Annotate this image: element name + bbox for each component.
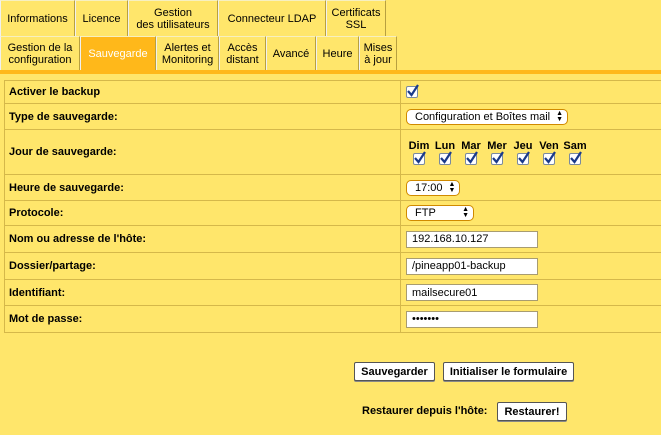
save-button[interactable]: Sauvegarder bbox=[354, 362, 435, 381]
tab-heure[interactable]: Heure bbox=[316, 36, 359, 70]
restore-label: Restaurer depuis l'hôte: bbox=[362, 405, 488, 417]
tab-avance[interactable]: Avancé bbox=[266, 36, 316, 70]
tab-mises-a-jour[interactable]: Mises à jour bbox=[359, 36, 397, 70]
checkmark-icon bbox=[518, 150, 530, 164]
folder-input[interactable]: /pineapp01-backup bbox=[406, 257, 538, 275]
day-checkbox-lun[interactable] bbox=[439, 150, 452, 165]
day-checkbox-mer[interactable] bbox=[491, 150, 504, 165]
backup-day-label: Jour de sauvegarde: bbox=[5, 130, 401, 174]
row-password: Mot de passe: ••••••• bbox=[5, 306, 661, 333]
row-folder: Dossier/partage: /pineapp01-backup bbox=[5, 253, 661, 280]
tab-licence[interactable]: Licence bbox=[75, 0, 128, 36]
enable-backup-checkbox[interactable] bbox=[406, 84, 419, 98]
day-checkbox-dim[interactable] bbox=[413, 150, 426, 165]
tab-gestion-configuration[interactable]: Gestion de la configuration bbox=[0, 36, 80, 70]
day-checkbox-mar[interactable] bbox=[465, 150, 478, 165]
backup-form: Activer le backup Type de sauvegarde: Co… bbox=[4, 80, 661, 333]
password-label: Mot de passe: bbox=[5, 306, 401, 332]
tab-connecteur-ldap[interactable]: Connecteur LDAP bbox=[218, 0, 326, 36]
checkmark-icon bbox=[414, 150, 426, 164]
host-input[interactable]: 192.168.10.127 bbox=[406, 230, 538, 248]
enable-backup-label: Activer le backup bbox=[5, 81, 401, 103]
day-selector: Dim Lun Mar Mer Jeu Ven Sam bbox=[406, 140, 588, 165]
row-protocol: Protocole: FTP ▲ ▼ bbox=[5, 201, 661, 226]
username-input[interactable]: mailsecure01 bbox=[406, 284, 538, 301]
row-backup-day: Jour de sauvegarde: Dim Lun Mar Mer Jeu Ven Sa… bbox=[5, 130, 661, 175]
tab-acces-distant[interactable]: Accès distant bbox=[219, 36, 266, 70]
tab-certificats-ssl[interactable]: Certificats SSL bbox=[326, 0, 386, 36]
row-backup-time: Heure de sauvegarde: 17:00 ▲ ▼ bbox=[5, 175, 661, 201]
day-checkbox-sam[interactable] bbox=[569, 150, 582, 165]
username-label: Identifiant: bbox=[5, 280, 401, 305]
folder-label: Dossier/partage: bbox=[5, 253, 401, 279]
tab-gestion-utilisateurs[interactable]: Gestion des utilisateurs bbox=[128, 0, 218, 36]
checkmark-icon bbox=[570, 150, 582, 164]
row-host: Nom ou adresse de l'hôte: 192.168.10.127 bbox=[5, 226, 661, 253]
checkmark-icon bbox=[466, 150, 478, 164]
day-checkbox-ven[interactable] bbox=[543, 150, 556, 165]
day-checkbox-jeu[interactable] bbox=[517, 150, 530, 165]
checkmark-icon bbox=[440, 150, 452, 164]
backup-time-select[interactable]: 17:00 ▲ ▼ bbox=[406, 179, 461, 196]
password-input[interactable]: ••••••• bbox=[406, 310, 538, 328]
tab-sauvegarde[interactable]: Sauvegarde bbox=[80, 36, 156, 70]
protocol-value: FTP bbox=[415, 207, 436, 219]
host-label: Nom ou adresse de l'hôte: bbox=[5, 226, 401, 252]
restore-button[interactable]: Restaurer! bbox=[497, 402, 567, 421]
backup-time-value: 17:00 bbox=[415, 181, 443, 194]
tab-row-main: Informations Licence Gestion des utilisate… bbox=[0, 0, 386, 36]
select-arrows-icon: ▲ ▼ bbox=[462, 206, 469, 219]
backup-time-label: Heure de sauvegarde: bbox=[5, 175, 401, 200]
checkmark-icon bbox=[492, 150, 504, 164]
row-enable-backup: Activer le backup bbox=[5, 81, 661, 104]
select-arrows-icon: ▲ ▼ bbox=[448, 180, 456, 194]
row-username: Identifiant: mailsecure01 bbox=[5, 280, 661, 306]
checkmark-icon bbox=[407, 84, 419, 97]
select-arrows-icon: ▲ ▼ bbox=[556, 109, 564, 123]
reset-form-button[interactable]: Initialiser le formulaire bbox=[443, 362, 574, 381]
backup-type-label: Type de sauvegarde: bbox=[5, 104, 401, 129]
tab-alertes-monitoring[interactable]: Alertes et Monitoring bbox=[156, 36, 219, 70]
tab-underline bbox=[0, 70, 661, 74]
backup-type-select[interactable]: Configuration et Boîtes mail ▲ ▼ bbox=[406, 108, 569, 125]
protocol-label: Protocole: bbox=[5, 201, 401, 225]
tab-row-sub: Gestion de la configuration Sauvegarde Ale… bbox=[0, 36, 397, 70]
protocol-select[interactable]: FTP ▲ ▼ bbox=[406, 205, 474, 221]
checkmark-icon bbox=[544, 150, 556, 164]
tab-informations[interactable]: Informations bbox=[0, 0, 75, 36]
backup-type-value: Configuration et Boîtes mail bbox=[415, 110, 551, 123]
row-backup-type: Type de sauvegarde: Configuration et Boî… bbox=[5, 104, 661, 130]
